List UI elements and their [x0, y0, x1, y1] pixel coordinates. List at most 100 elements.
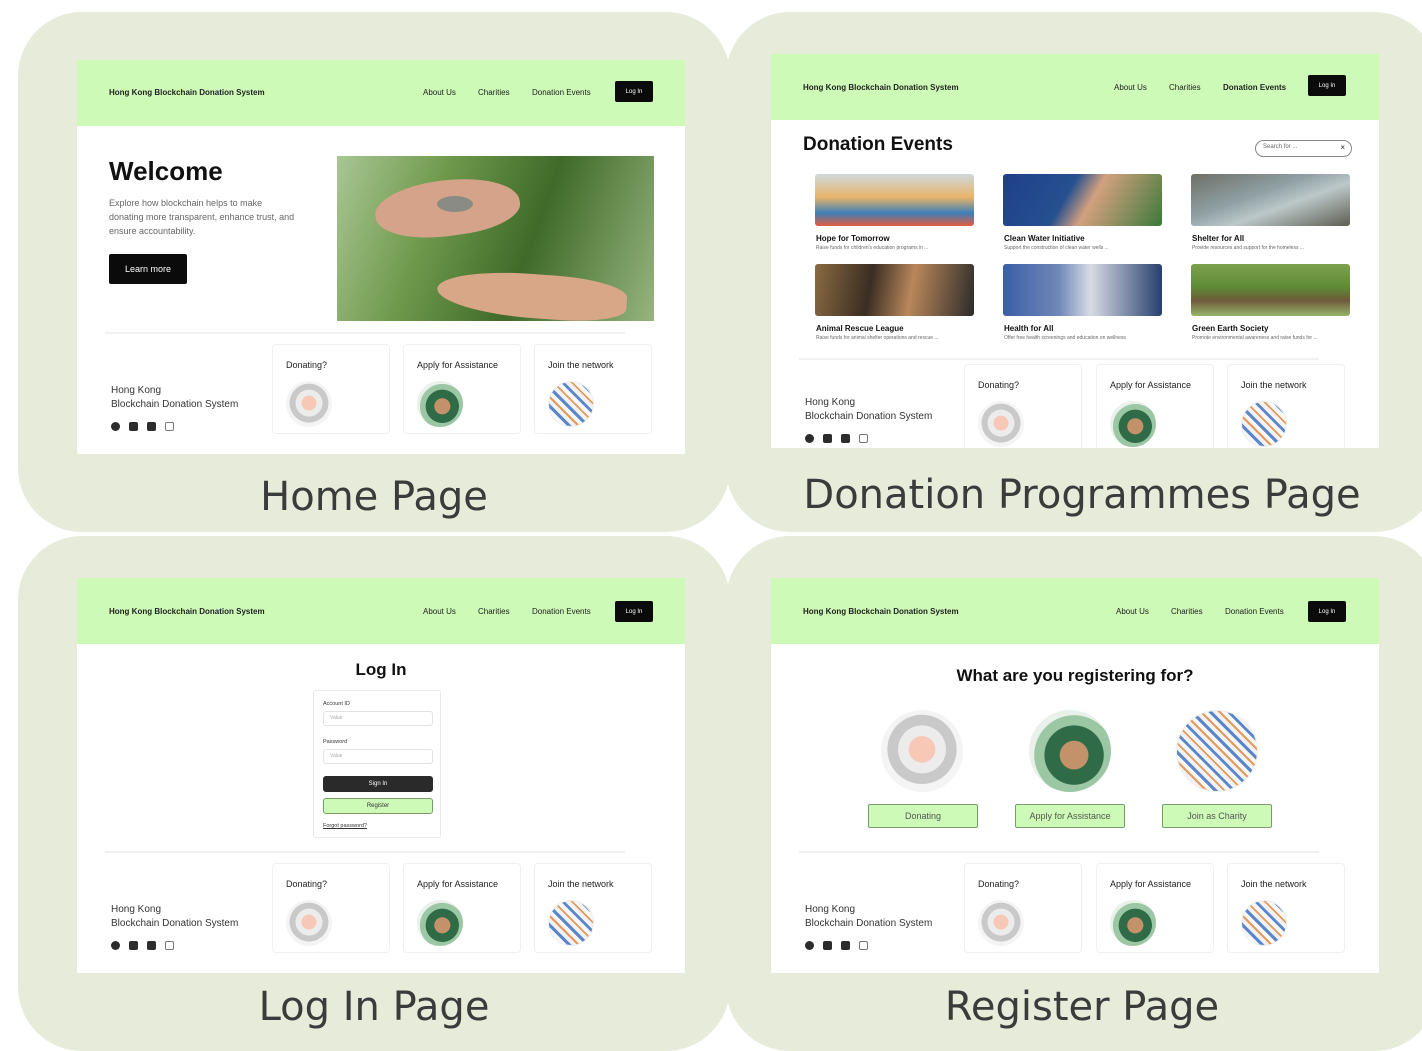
- event-description: Provide resources and support for the ho…: [1192, 245, 1305, 251]
- password-input[interactable]: Value: [323, 749, 433, 764]
- camera-icon[interactable]: [859, 941, 868, 950]
- event-card[interactable]: Clean Water Initiative Support the const…: [1003, 174, 1169, 258]
- footer-card-donating[interactable]: Donating?: [964, 863, 1082, 953]
- login-button[interactable]: Log In: [615, 601, 653, 622]
- event-image-children: [815, 174, 974, 226]
- footer-card-join[interactable]: Join the network: [534, 863, 652, 953]
- footer-brand-line1: Hong Kong: [805, 904, 856, 915]
- circle-icon[interactable]: [805, 434, 814, 443]
- page-title: Donation Events: [803, 134, 953, 155]
- nav-about-link[interactable]: About Us: [423, 88, 456, 97]
- video-icon[interactable]: [147, 422, 156, 431]
- footer-brand-line1: Hong Kong: [805, 397, 856, 408]
- event-card[interactable]: Animal Rescue League Raise funds for ani…: [815, 264, 981, 348]
- register-button[interactable]: Register: [323, 798, 433, 814]
- social-icons: [805, 434, 868, 443]
- footer-brand-line2: Blockchain Donation System: [111, 399, 239, 410]
- footer-card-apply[interactable]: Apply for Assistance: [403, 863, 521, 953]
- nav-charities-link[interactable]: Charities: [1169, 83, 1201, 92]
- video-icon[interactable]: [147, 941, 156, 950]
- charity-logos-thumbnail: [548, 381, 594, 427]
- navbar: Hong Kong Blockchain Donation System Abo…: [771, 578, 1379, 644]
- brand-name[interactable]: Hong Kong Blockchain Donation System: [803, 83, 959, 92]
- footer-card-donating[interactable]: Donating?: [272, 863, 390, 953]
- event-title: Hope for Tomorrow: [816, 234, 890, 243]
- footer-divider: [105, 332, 625, 334]
- footer-card-title: Apply for Assistance: [417, 360, 499, 370]
- donation-screen: Hong Kong Blockchain Donation System Abo…: [771, 54, 1379, 448]
- footer-card-title: Join the network: [1241, 380, 1307, 390]
- event-title: Animal Rescue League: [816, 324, 904, 333]
- register-join-button[interactable]: Join as Charity: [1162, 804, 1272, 828]
- nav-about-link[interactable]: About Us: [1116, 607, 1149, 616]
- footer-card-title: Join the network: [548, 879, 614, 889]
- brand-name[interactable]: Hong Kong Blockchain Donation System: [109, 88, 265, 97]
- event-card[interactable]: Hope for Tomorrow Raise funds for childr…: [815, 174, 981, 258]
- footer-card-apply[interactable]: Apply for Assistance: [1096, 863, 1214, 953]
- receiving-hand: [435, 267, 629, 321]
- circle-icon[interactable]: [805, 941, 814, 950]
- footer-card-join[interactable]: Join the network: [1227, 863, 1345, 953]
- nav-about-link[interactable]: About Us: [1114, 83, 1147, 92]
- circle-icon[interactable]: [111, 422, 120, 431]
- footer-card-join[interactable]: Join the network: [1227, 364, 1345, 448]
- square-icon[interactable]: [129, 422, 138, 431]
- footer-card-title: Apply for Assistance: [1110, 380, 1192, 390]
- helping-hands-thumbnail: [417, 900, 463, 946]
- footer-brand-line1: Hong Kong: [111, 904, 162, 915]
- forgot-password-link[interactable]: Forgot password?: [323, 823, 367, 829]
- footer-divider: [799, 358, 1319, 360]
- event-image-animal: [815, 264, 974, 316]
- camera-icon[interactable]: [165, 422, 174, 431]
- nav-donation-events-link[interactable]: Donation Events: [1225, 607, 1284, 616]
- square-icon[interactable]: [129, 941, 138, 950]
- account-id-input[interactable]: Value: [323, 711, 433, 726]
- register-apply-button[interactable]: Apply for Assistance: [1015, 804, 1125, 828]
- event-title: Shelter for All: [1192, 234, 1245, 243]
- donation-page-panel: Hong Kong Blockchain Donation System Abo…: [726, 12, 1422, 532]
- video-icon[interactable]: [841, 941, 850, 950]
- login-button[interactable]: Log In: [1308, 75, 1346, 96]
- nav-charities-link[interactable]: Charities: [1171, 607, 1203, 616]
- video-icon[interactable]: [841, 434, 850, 443]
- square-icon[interactable]: [823, 941, 832, 950]
- home-screen: Hong Kong Blockchain Donation System Abo…: [77, 60, 685, 454]
- nav-about-link[interactable]: About Us: [423, 607, 456, 616]
- event-card[interactable]: Health for All Offer free health screeni…: [1003, 264, 1169, 348]
- sign-in-button[interactable]: Sign In: [323, 776, 433, 792]
- charity-logos-thumbnail: [1241, 900, 1287, 946]
- footer-card-join[interactable]: Join the network: [534, 344, 652, 434]
- footer: Hong Kong Blockchain Donation System Don…: [77, 332, 685, 454]
- footer-card-apply[interactable]: Apply for Assistance: [403, 344, 521, 434]
- social-icons: [111, 422, 174, 431]
- nav-charities-link[interactable]: Charities: [478, 607, 510, 616]
- learn-more-button[interactable]: Learn more: [109, 254, 187, 284]
- footer-brand-line2: Blockchain Donation System: [805, 411, 933, 422]
- footer-card-donating[interactable]: Donating?: [272, 344, 390, 434]
- circle-icon[interactable]: [111, 941, 120, 950]
- footer-brand-line2: Blockchain Donation System: [111, 918, 239, 929]
- home-page-panel: Hong Kong Blockchain Donation System Abo…: [18, 12, 730, 532]
- footer-card-donating[interactable]: Donating?: [964, 364, 1082, 448]
- brand-name[interactable]: Hong Kong Blockchain Donation System: [109, 607, 265, 616]
- login-button[interactable]: Log In: [615, 81, 653, 102]
- login-button[interactable]: Log In: [1308, 601, 1346, 622]
- nav-donation-events-link[interactable]: Donation Events: [1223, 83, 1286, 92]
- square-icon[interactable]: [823, 434, 832, 443]
- camera-icon[interactable]: [165, 941, 174, 950]
- register-donating-button[interactable]: Donating: [868, 804, 978, 828]
- register-question: What are you registering for?: [956, 666, 1194, 685]
- social-icons: [111, 941, 174, 950]
- camera-icon[interactable]: [859, 434, 868, 443]
- nav-charities-link[interactable]: Charities: [478, 88, 510, 97]
- search-input[interactable]: Search for ... ×: [1255, 140, 1352, 157]
- event-card[interactable]: Shelter for All Provide resources and su…: [1191, 174, 1357, 258]
- nav-donation-events-link[interactable]: Donation Events: [532, 607, 591, 616]
- close-icon[interactable]: ×: [1340, 143, 1345, 152]
- footer-card-title: Donating?: [978, 380, 1020, 390]
- event-card[interactable]: Green Earth Society Promote environmenta…: [1191, 264, 1357, 348]
- brand-name[interactable]: Hong Kong Blockchain Donation System: [803, 607, 959, 616]
- nav-donation-events-link[interactable]: Donation Events: [532, 88, 591, 97]
- footer-card-apply[interactable]: Apply for Assistance: [1096, 364, 1214, 448]
- event-title: Clean Water Initiative: [1004, 234, 1085, 243]
